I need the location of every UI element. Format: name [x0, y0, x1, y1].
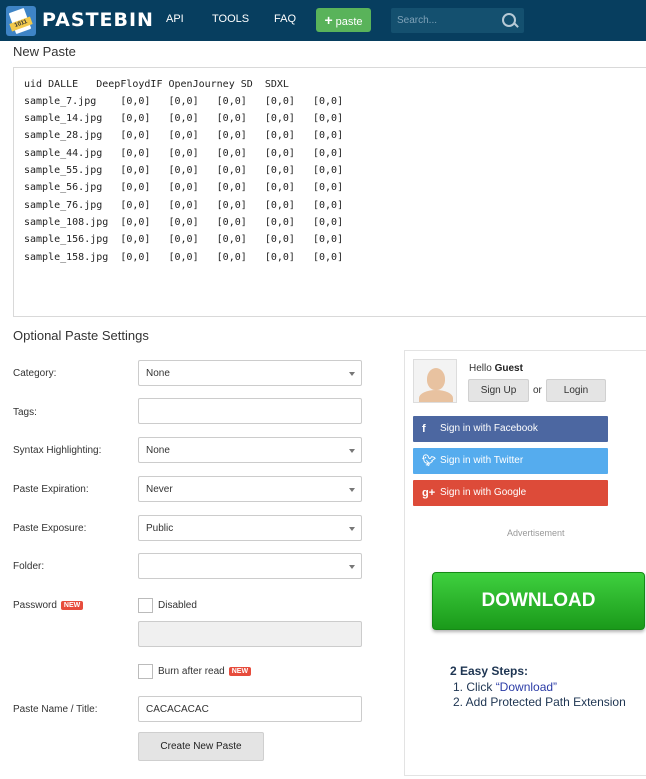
chevron-down-icon: [349, 527, 355, 531]
chevron-down-icon: [349, 488, 355, 492]
site-logo-text[interactable]: PASTEBIN: [42, 9, 154, 31]
hello-guest-text: Hello Guest: [469, 363, 523, 374]
syntax-select[interactable]: None: [138, 437, 362, 463]
new-badge: NEW: [60, 600, 84, 610]
optional-settings-title: Optional Paste Settings: [13, 328, 149, 343]
google-plus-icon: g+: [422, 487, 436, 499]
chevron-down-icon: [349, 372, 355, 376]
password-disabled-label: Disabled: [158, 600, 197, 611]
steps-title: 2 Easy Steps:: [450, 664, 529, 678]
code-line: sample_156.jpg [0,0] [0,0] [0,0] [0,0] […: [24, 234, 344, 245]
code-line: sample_108.jpg [0,0] [0,0] [0,0] [0,0] […: [24, 217, 344, 228]
download-ad-button[interactable]: DOWNLOAD: [432, 572, 645, 630]
burn-after-read-label: Burn after read NEW: [158, 666, 252, 677]
login-button[interactable]: Login: [546, 379, 606, 402]
paste-name-label: Paste Name / Title:: [13, 704, 98, 715]
nav-tools[interactable]: TOOLS: [212, 13, 249, 25]
code-line: sample_56.jpg [0,0] [0,0] [0,0] [0,0] [0…: [24, 182, 344, 193]
sign-in-google-button[interactable]: g+ Sign in with Google: [413, 480, 608, 506]
search-input[interactable]: Search...: [391, 8, 524, 33]
category-label: Category:: [13, 368, 57, 379]
code-line: sample_14.jpg [0,0] [0,0] [0,0] [0,0] [0…: [24, 113, 344, 124]
download-link[interactable]: “Download”: [496, 680, 557, 694]
password-input[interactable]: [138, 621, 362, 647]
syntax-label: Syntax Highlighting:: [13, 445, 102, 456]
or-text: or: [533, 385, 542, 396]
tags-label: Tags:: [13, 407, 37, 418]
advertisement-label: Advertisement: [507, 528, 565, 538]
search-placeholder: Search...: [397, 15, 438, 26]
create-new-paste-button[interactable]: Create New Paste: [138, 732, 264, 761]
pastebin-logo-icon[interactable]: 1011: [6, 6, 36, 36]
code-line: uid DALLE DeepFloydIF OpenJourney SD SDX…: [24, 79, 289, 90]
search-icon[interactable]: [502, 13, 516, 27]
sidebar-panel: [404, 350, 646, 776]
top-navigation-bar: 1011 PASTEBIN API TOOLS FAQ + paste Searc…: [0, 0, 646, 41]
facebook-icon: f: [422, 423, 426, 435]
new-badge: NEW: [228, 666, 252, 676]
step-two: 2. Add Protected Path Extension: [453, 695, 626, 709]
new-paste-title: New Paste: [13, 44, 76, 59]
guest-avatar: [413, 359, 457, 403]
expiration-label: Paste Expiration:: [13, 484, 89, 495]
password-label: Password NEW: [13, 600, 84, 611]
exposure-label: Paste Exposure:: [13, 523, 87, 534]
exposure-select[interactable]: Public: [138, 515, 362, 541]
code-line: sample_76.jpg [0,0] [0,0] [0,0] [0,0] [0…: [24, 200, 344, 211]
folder-label: Folder:: [13, 561, 45, 572]
sign-in-facebook-button[interactable]: f Sign in with Facebook: [413, 416, 608, 442]
step-one: 1. Click “Download”: [453, 680, 558, 694]
nav-api[interactable]: API: [166, 13, 184, 25]
sign-in-twitter-button[interactable]: 🐦︎ Sign in with Twitter: [413, 448, 608, 474]
paste-name-input[interactable]: CACACACAC: [138, 696, 362, 722]
tags-input[interactable]: [138, 398, 362, 424]
sign-up-button[interactable]: Sign Up: [468, 379, 529, 402]
code-line: sample_158.jpg [0,0] [0,0] [0,0] [0,0] […: [24, 252, 344, 263]
code-line: sample_55.jpg [0,0] [0,0] [0,0] [0,0] [0…: [24, 165, 344, 176]
code-line: sample_44.jpg [0,0] [0,0] [0,0] [0,0] [0…: [24, 148, 344, 159]
password-checkbox[interactable]: [138, 598, 153, 613]
code-line: sample_28.jpg [0,0] [0,0] [0,0] [0,0] [0…: [24, 130, 344, 141]
burn-after-read-checkbox[interactable]: [138, 664, 153, 679]
category-select[interactable]: None: [138, 360, 362, 386]
expiration-select[interactable]: Never: [138, 476, 362, 502]
chevron-down-icon: [349, 565, 355, 569]
new-paste-button[interactable]: + paste: [316, 8, 371, 32]
code-line: sample_7.jpg [0,0] [0,0] [0,0] [0,0] [0,…: [24, 96, 344, 107]
paste-textarea[interactable]: uid DALLE DeepFloydIF OpenJourney SD SDX…: [13, 67, 646, 317]
nav-faq[interactable]: FAQ: [274, 13, 296, 25]
plus-icon: +: [324, 12, 333, 28]
folder-select[interactable]: [138, 553, 362, 579]
chevron-down-icon: [349, 449, 355, 453]
twitter-icon: 🐦︎: [422, 455, 436, 467]
